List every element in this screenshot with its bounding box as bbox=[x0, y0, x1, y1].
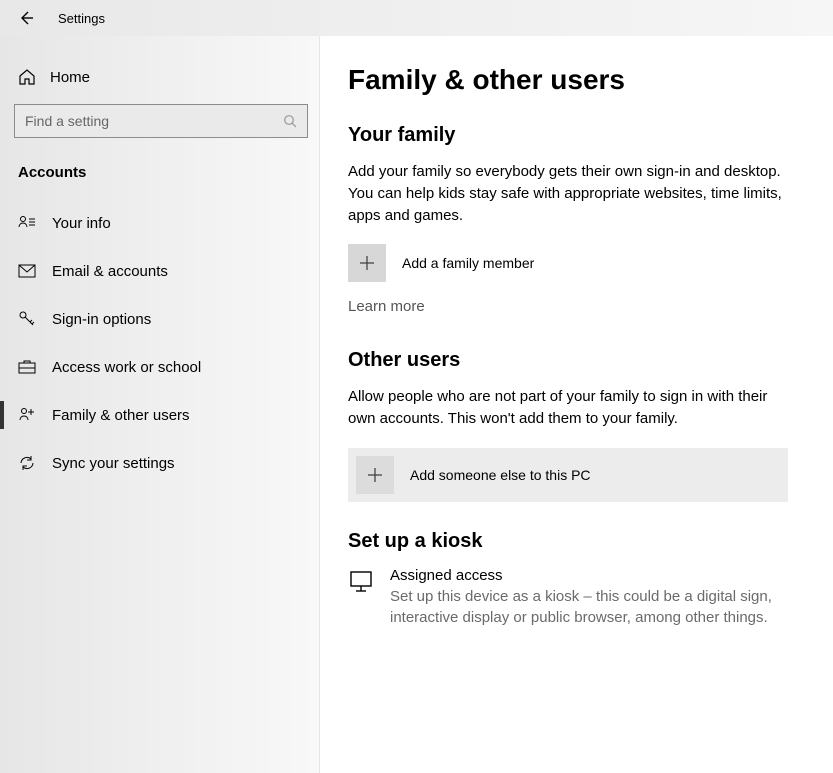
family-description: Add your family so everybody gets their … bbox=[348, 161, 788, 226]
user-icon bbox=[18, 214, 36, 232]
sidebar-item-label: Email & accounts bbox=[52, 263, 168, 280]
sidebar-item-label: Your info bbox=[52, 215, 111, 232]
sidebar-item-your-info[interactable]: Your info bbox=[0, 199, 319, 247]
sidebar-item-work[interactable]: Access work or school bbox=[0, 343, 319, 391]
sync-icon bbox=[18, 454, 36, 472]
kiosk-heading: Set up a kiosk bbox=[348, 530, 795, 553]
plus-icon bbox=[348, 244, 386, 282]
sidebar-item-label: Access work or school bbox=[52, 359, 201, 376]
kiosk-title: Assigned access bbox=[390, 567, 788, 584]
sidebar-item-family[interactable]: Family & other users bbox=[0, 391, 319, 439]
sidebar-home-label: Home bbox=[50, 69, 90, 86]
add-family-label: Add a family member bbox=[402, 255, 534, 271]
other-heading: Other users bbox=[348, 349, 795, 372]
search-icon bbox=[283, 114, 297, 128]
kiosk-description: Set up this device as a kiosk – this cou… bbox=[390, 586, 788, 628]
briefcase-icon bbox=[18, 358, 36, 376]
sidebar-item-label: Family & other users bbox=[52, 407, 190, 424]
add-other-button[interactable]: Add someone else to this PC bbox=[348, 448, 788, 502]
window-title: Settings bbox=[58, 11, 105, 26]
add-family-button[interactable]: Add a family member bbox=[348, 244, 795, 282]
sidebar-nav: Your info Email & accounts Sign-in optio… bbox=[0, 199, 319, 487]
kiosk-button[interactable]: Assigned access Set up this device as a … bbox=[348, 567, 788, 628]
search-field[interactable] bbox=[25, 113, 283, 129]
other-description: Allow people who are not part of your fa… bbox=[348, 386, 788, 430]
home-icon bbox=[18, 68, 36, 86]
titlebar: Settings bbox=[0, 0, 833, 36]
main-content: Family & other users Your family Add you… bbox=[320, 36, 833, 773]
monitor-icon bbox=[348, 567, 374, 595]
sidebar-section-label: Accounts bbox=[0, 156, 319, 199]
sidebar-item-sync[interactable]: Sync your settings bbox=[0, 439, 319, 487]
sidebar-item-signin[interactable]: Sign-in options bbox=[0, 295, 319, 343]
page-title: Family & other users bbox=[348, 64, 795, 96]
key-icon bbox=[18, 310, 36, 328]
sidebar-home[interactable]: Home bbox=[0, 58, 319, 96]
sidebar-item-email[interactable]: Email & accounts bbox=[0, 247, 319, 295]
plus-icon bbox=[356, 456, 394, 494]
back-icon[interactable] bbox=[18, 10, 34, 26]
sidebar-item-label: Sync your settings bbox=[52, 455, 175, 472]
mail-icon bbox=[18, 262, 36, 280]
search-input[interactable] bbox=[14, 104, 308, 138]
add-other-label: Add someone else to this PC bbox=[410, 467, 591, 483]
family-heading: Your family bbox=[348, 124, 795, 147]
people-icon bbox=[18, 406, 36, 424]
learn-more-link[interactable]: Learn more bbox=[348, 298, 425, 315]
sidebar: Home Accounts Your info Ema bbox=[0, 36, 320, 773]
sidebar-item-label: Sign-in options bbox=[52, 311, 151, 328]
